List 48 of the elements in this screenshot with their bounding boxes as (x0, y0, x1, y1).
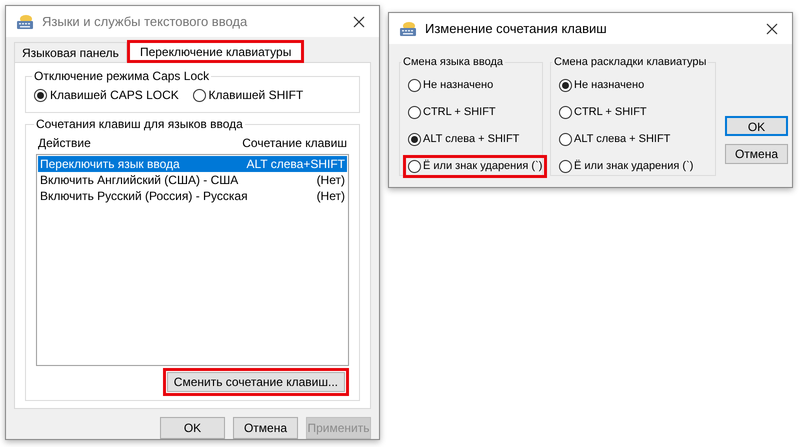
radio-button[interactable] (408, 160, 421, 172)
radio-button[interactable] (408, 132, 421, 146)
action-text: Переключить язык ввода (40, 156, 180, 173)
radio-option[interactable]: Ё или знак ударения (`) (558, 158, 694, 174)
radio-option[interactable]: Ё или знак ударения (`) (407, 158, 544, 174)
window-title: Языки и службы текстового ввода (42, 12, 248, 31)
hotkey-text: ALT слева+SHIFT (246, 156, 345, 173)
radio-button[interactable] (192, 88, 206, 102)
action-text: Включить Русский (Россия) - Русская (40, 188, 248, 205)
button[interactable]: OK (160, 417, 225, 439)
column-header: Сочетание клавиш (242, 135, 347, 152)
change-hotkey-button[interactable]: Сменить сочетание клавиш... (166, 372, 345, 392)
group-title: Смена языка ввода (402, 55, 504, 70)
radio-option[interactable]: Не назначено (407, 78, 494, 92)
button[interactable]: Отмена (725, 144, 788, 164)
hotkey-text: (Нет) (316, 188, 345, 205)
button[interactable]: Отмена (233, 417, 298, 439)
radio-button[interactable] (34, 88, 47, 102)
group-title: Сочетания клавиш для языков ввода (35, 116, 244, 133)
list-row[interactable]: Включить Английский (США) - США (Нет) (38, 172, 347, 188)
list-row[interactable]: Включить Русский (Россия) - Русская (Нет) (38, 188, 347, 204)
radio-button[interactable] (559, 132, 572, 146)
action-text: Включить Английский (США) - США (40, 172, 238, 189)
list-row[interactable]: Переключить язык ввода ALT слева+SHIFT (38, 156, 347, 172)
keyboard-icon (399, 20, 417, 36)
radio-button[interactable] (408, 78, 421, 92)
window-title: Изменение сочетания клавиш (425, 20, 608, 38)
close-icon[interactable] (766, 22, 778, 34)
radio-option[interactable]: CTRL + SHIFT (407, 104, 497, 120)
radio-option[interactable]: Не назначено (558, 78, 646, 92)
tab[interactable]: Языковая панель (14, 42, 127, 62)
radio-label: Клавишей CAPS LOCK (50, 87, 179, 104)
tab[interactable]: Переключение клавиатуры (126, 40, 304, 63)
radio-option[interactable]: ALT слева + SHIFT (407, 132, 520, 146)
radio-option[interactable]: ALT слева + SHIFT (558, 132, 672, 146)
radio-button[interactable] (559, 106, 572, 118)
radio-option[interactable]: CTRL + SHIFT (558, 104, 648, 120)
hotkey-text: (Нет) (316, 172, 345, 189)
group-title: Отключение режима Caps Lock (33, 68, 210, 85)
column-header: Действие (38, 135, 91, 152)
button[interactable]: OK (725, 116, 788, 136)
close-icon[interactable] (353, 16, 365, 28)
radio-button[interactable] (559, 78, 572, 92)
radio-button[interactable] (559, 160, 572, 172)
radio-button[interactable] (408, 106, 421, 118)
keyboard-icon (16, 14, 34, 30)
radio-label: Клавишей SHIFT (208, 87, 304, 104)
group-title: Смена раскладки клавиатуры (553, 55, 708, 70)
